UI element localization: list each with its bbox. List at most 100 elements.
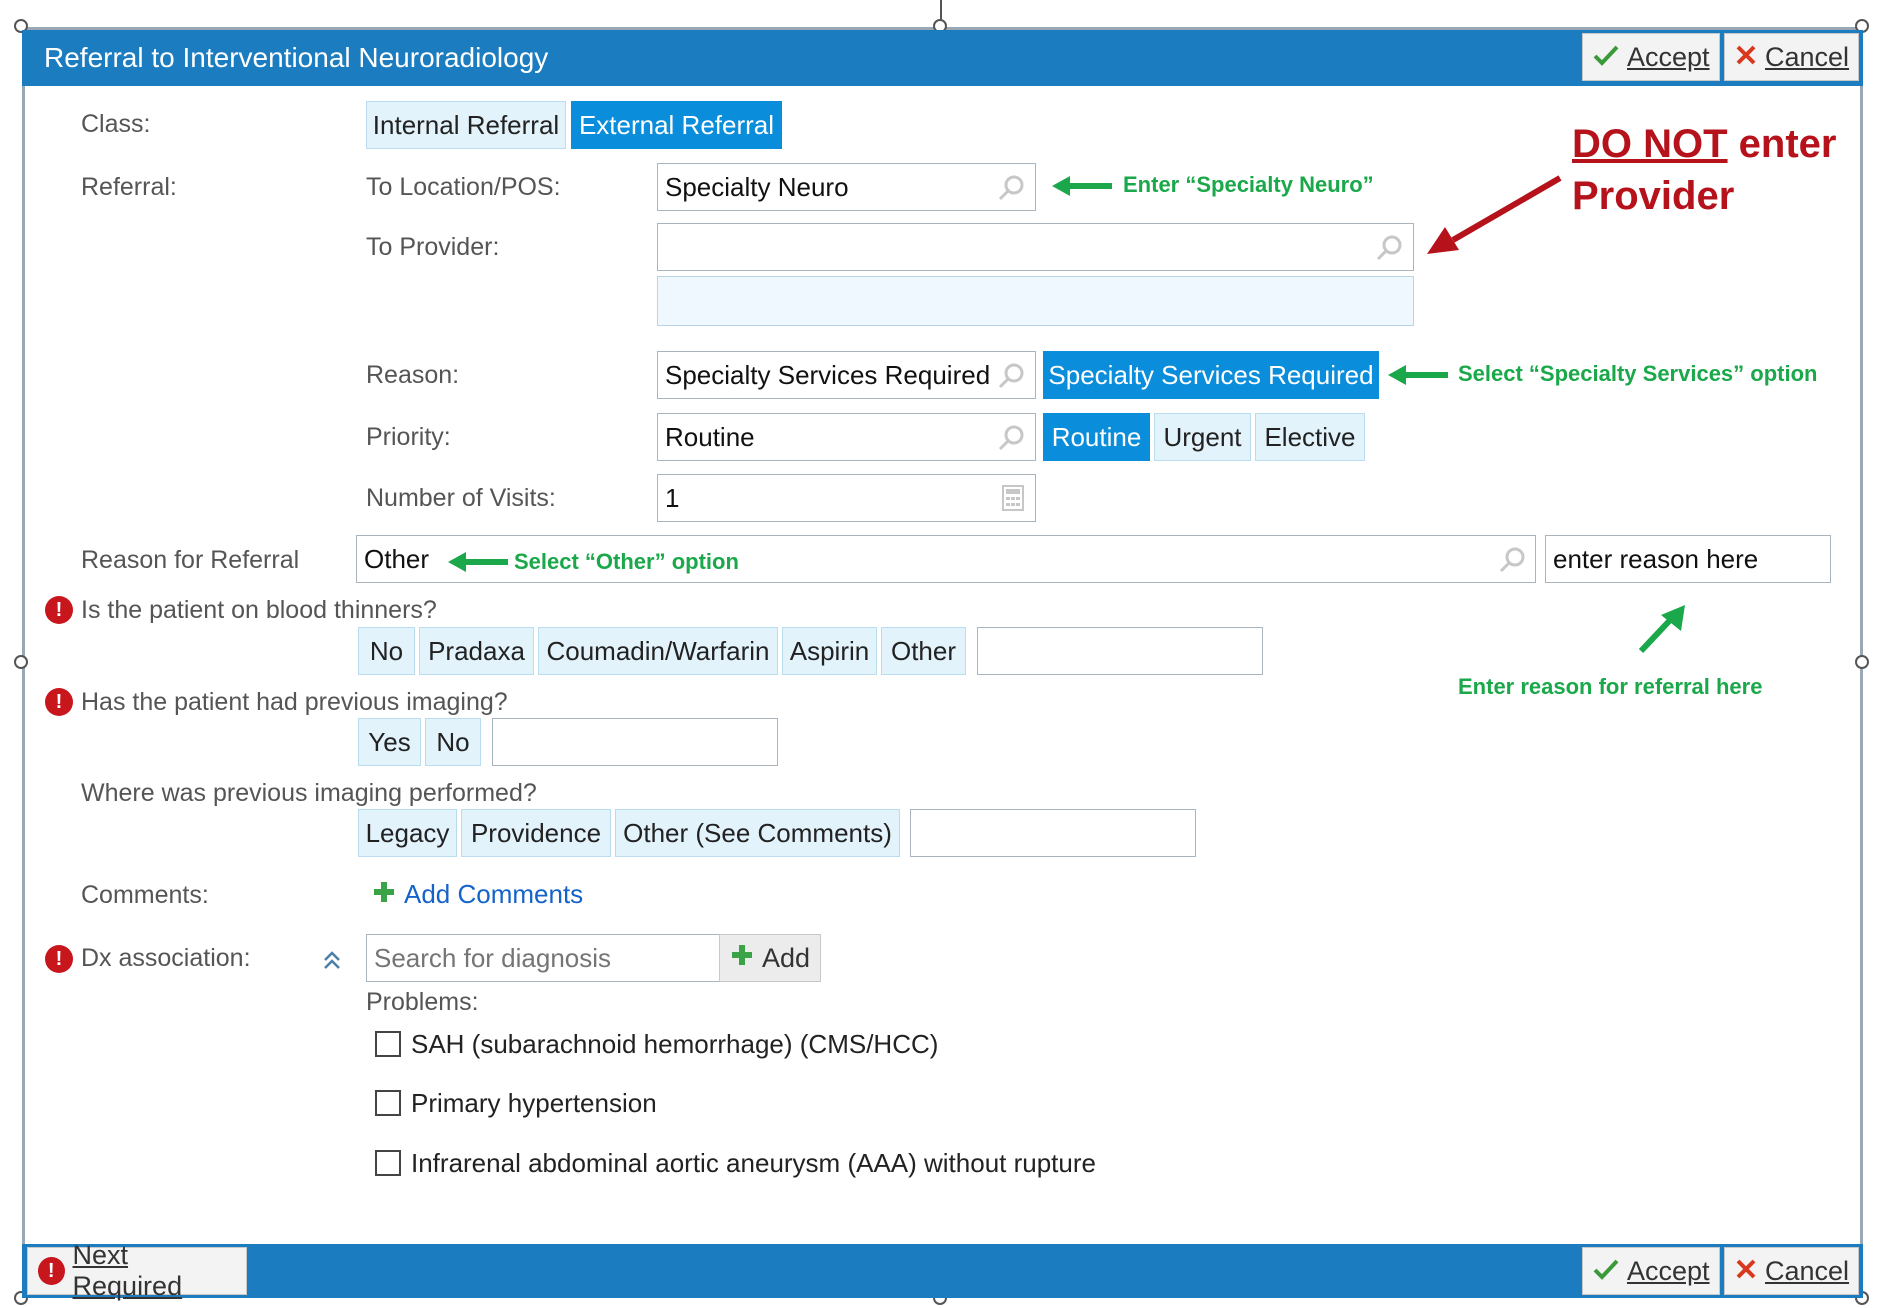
blood-thinners-other-toggle[interactable]: Other [881,627,966,675]
accept-label: Accept [1627,1255,1710,1286]
blood-thinners-no-toggle[interactable]: No [358,627,415,675]
visits-input[interactable]: 1 [657,474,1036,522]
checkmark-icon [1593,1256,1619,1287]
next-required-label: Next Required [72,1240,183,1301]
reason-label: Reason: [366,361,460,389]
add-comments-label: Add Comments [404,879,584,909]
referral-label: Referral: [81,173,177,201]
visits-value: 1 [665,482,680,513]
problem-label: Infrarenal abdominal aortic aneurysm (AA… [411,1148,1096,1178]
blood-thinners-aspirin-toggle[interactable]: Aspirin [782,627,877,675]
blood-thinners-coumadin-toggle[interactable]: Coumadin/Warfarin [538,627,778,675]
reason-option-toggle[interactable]: Specialty Services Required [1043,351,1379,399]
problems-label: Problems: [366,988,479,1016]
close-icon [1735,1256,1757,1287]
required-alert-icon: ! [45,945,73,973]
rotation-line [940,0,942,20]
previous-imaging-no-toggle[interactable]: No [425,718,481,766]
dx-search-input[interactable] [366,934,720,982]
green-arrow-icon [1638,605,1685,654]
previous-imaging-yes-toggle[interactable]: Yes [358,718,421,766]
priority-value: Routine [665,421,755,452]
to-provider-label: To Provider: [366,233,500,261]
reason-for-referral-label: Reason for Referral [81,546,300,574]
imaging-location-question: Where was previous imaging performed? [81,779,537,807]
annotation-do-not-1: DO NOT [1572,122,1728,166]
class-label: Class: [81,110,151,138]
class-internal-toggle[interactable]: Internal Referral [366,101,566,149]
imaging-other-input[interactable] [910,809,1196,857]
reason-detail-input[interactable]: enter reason here [1545,535,1831,583]
annotation-do-not-2: enter [1738,122,1837,166]
imaging-other-toggle[interactable]: Other (See Comments) [615,809,900,857]
class-external-toggle[interactable]: External Referral [571,101,782,149]
reason-input[interactable]: Specialty Services Required [657,351,1036,399]
priority-input[interactable]: Routine [657,413,1036,461]
problem-label: Primary hypertension [411,1088,657,1118]
accept-label: Accept [1627,41,1710,72]
accept-button[interactable]: Accept [1582,33,1720,81]
required-alert-icon: ! [45,596,73,624]
previous-imaging-input[interactable] [492,718,778,766]
search-icon[interactable] [996,423,1026,453]
to-location-input[interactable]: Specialty Neuro [657,163,1036,211]
search-icon[interactable] [996,361,1026,391]
imaging-providence-toggle[interactable]: Providence [461,809,611,857]
cancel-label: Cancel [1765,1255,1850,1286]
required-alert-icon: ! [45,688,73,716]
red-arrow-icon [1427,175,1562,254]
annotation-enter-reason: Enter reason for referral here [1458,674,1763,699]
priority-urgent-toggle[interactable]: Urgent [1154,413,1251,461]
dx-add-button[interactable]: Add [719,934,821,982]
next-required-button[interactable]: ! Next Required [27,1240,247,1301]
previous-imaging-question: Has the patient had previous imaging? [81,688,508,716]
annotation-select-specialty: Select “Specialty Services” option [1458,361,1818,386]
green-arrow-icon [448,552,508,572]
dialog-title: Referral to Interventional Neuroradiolog… [44,42,549,73]
cancel-button[interactable]: Cancel [1724,33,1859,81]
resize-handle[interactable] [14,655,28,669]
imaging-legacy-toggle[interactable]: Legacy [358,809,457,857]
dx-add-label: Add [762,942,811,973]
priority-routine-toggle[interactable]: Routine [1043,413,1150,461]
close-icon [1735,42,1757,73]
plus-icon [372,880,396,909]
to-location-label: To Location/POS: [366,173,561,201]
to-provider-input[interactable] [657,223,1414,271]
problem-checkbox[interactable] [375,1090,401,1116]
annotation-do-not-3: Provider [1572,174,1735,218]
add-comments-link[interactable]: Add Comments [372,879,583,910]
annotation-enter-neuro: Enter “Specialty Neuro” [1123,172,1374,197]
plus-icon [730,943,754,974]
reason-detail-value: enter reason here [1553,543,1759,574]
search-icon[interactable] [996,173,1026,203]
problem-checkbox[interactable] [375,1031,401,1057]
search-icon[interactable] [1374,233,1404,263]
annotation-do-not: DO NOT enter Provider [1572,118,1836,222]
priority-label: Priority: [366,423,451,451]
accept-button[interactable]: Accept [1582,1247,1720,1295]
cancel-button[interactable]: Cancel [1724,1247,1859,1295]
green-arrow-icon [1388,365,1448,385]
blood-thinners-question: Is the patient on blood thinners? [81,596,437,624]
to-location-value: Specialty Neuro [665,171,849,202]
provider-results-area [657,276,1414,326]
problem-checkbox[interactable] [375,1150,401,1176]
reason-for-referral-value: Other [364,543,430,574]
collapse-chevron-icon[interactable] [321,950,343,972]
green-arrow-icon [1052,176,1112,196]
cancel-label: Cancel [1765,41,1850,72]
calculator-icon[interactable] [1002,485,1024,511]
dx-association-label: Dx association: [81,944,251,972]
comments-label: Comments: [81,881,209,909]
resize-handle[interactable] [1855,655,1869,669]
search-icon[interactable] [1497,545,1527,575]
problem-label: SAH (subarachnoid hemorrhage) (CMS/HCC) [411,1029,939,1059]
priority-elective-toggle[interactable]: Elective [1255,413,1365,461]
checkmark-icon [1593,42,1619,73]
required-alert-icon: ! [38,1257,65,1285]
blood-thinners-other-input[interactable] [977,627,1263,675]
blood-thinners-pradaxa-toggle[interactable]: Pradaxa [419,627,534,675]
visits-label: Number of Visits: [366,484,556,512]
annotation-select-other: Select “Other” option [514,549,739,574]
